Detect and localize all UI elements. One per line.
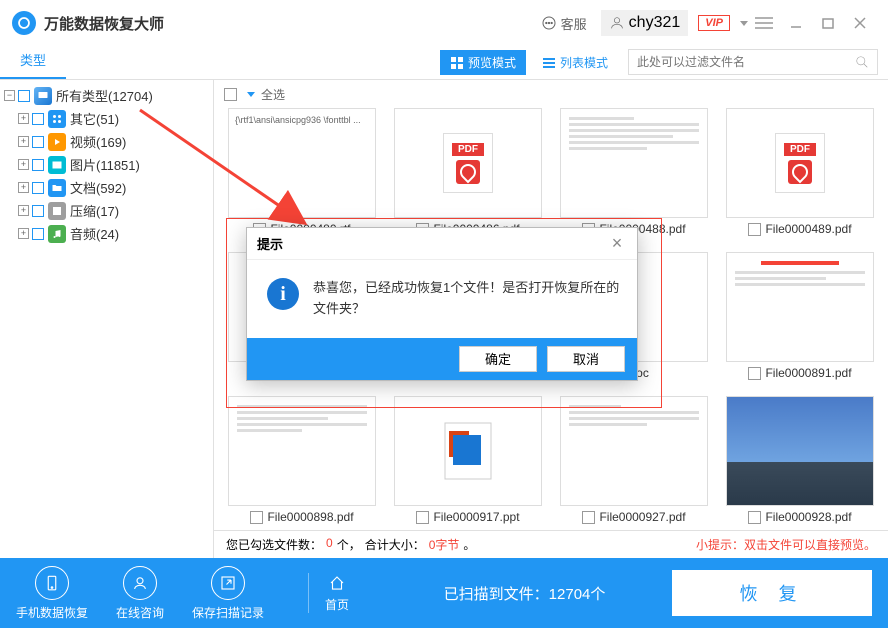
tree-item-other[interactable]: +其它(51) [0, 107, 213, 130]
file-checkbox[interactable] [748, 511, 761, 524]
list-mode-button[interactable]: 列表模式 [532, 50, 618, 75]
export-icon [219, 574, 237, 592]
file-item[interactable]: File0000891.pdf [722, 252, 878, 386]
file-checkbox[interactable] [582, 511, 595, 524]
image-icon [48, 156, 66, 174]
file-checkbox[interactable] [748, 223, 761, 236]
tab-type[interactable]: 类型 [0, 42, 66, 79]
user-icon [131, 574, 149, 592]
status-bar: 您已勾选文件数：0个，合计大小：0字节。 小提示：双击文件可以直接预览。 [214, 530, 888, 558]
tree-root-label: 所有类型(12704) [56, 86, 153, 105]
file-thumb: PDF [394, 108, 542, 218]
folder-icon [48, 179, 66, 197]
minimize-button[interactable] [780, 7, 812, 39]
tabbar: 类型 预览模式 列表模式 [0, 46, 888, 80]
preview-mode-button[interactable]: 预览模式 [440, 50, 526, 75]
dialog-close-button[interactable]: × [607, 234, 627, 254]
file-item[interactable]: File0000927.pdf [556, 396, 712, 530]
customer-service-button[interactable]: 客服 [533, 10, 595, 37]
scan-status: 已扫描到文件：12704个 [377, 583, 672, 604]
file-item[interactable]: {\rtf1\ansi\ansicpg936 \fonttbl ... File… [224, 108, 380, 242]
file-thumb [394, 396, 542, 506]
online-consult-button[interactable]: 在线咨询 [116, 566, 164, 621]
tree-collapse-icon[interactable]: − [4, 90, 15, 101]
phone-recovery-button[interactable]: 手机数据恢复 [16, 566, 88, 621]
chat-icon [541, 15, 557, 31]
tree-checkbox[interactable] [18, 90, 30, 102]
user-icon [609, 15, 625, 31]
file-item[interactable]: PDF File0000489.pdf [722, 108, 878, 242]
user-section[interactable]: chy321 [601, 10, 689, 36]
video-icon [48, 133, 66, 151]
tree-root[interactable]: − 所有类型(12704) [0, 84, 213, 107]
tree-item-video[interactable]: +视频(169) [0, 130, 213, 153]
monitor-icon [34, 87, 52, 105]
file-thumb [560, 108, 708, 218]
file-checkbox[interactable] [250, 511, 263, 524]
file-item[interactable]: PDF File0000486.pdf [390, 108, 546, 242]
file-thumb: {\rtf1\ansi\ansicpg936 \fonttbl ... [228, 108, 376, 218]
file-thumb [228, 396, 376, 506]
file-thumb [726, 252, 874, 362]
menu-button[interactable] [748, 7, 780, 39]
file-thumb: PDF [726, 108, 874, 218]
select-dropdown-icon[interactable] [247, 92, 255, 97]
music-icon [48, 225, 66, 243]
status-tip: 小提示：双击文件可以直接预览。 [696, 536, 876, 553]
dialog-message: 恭喜您，已经成功恢复1个文件！是否打开恢复所在的文件夹？ [313, 278, 621, 320]
maximize-button[interactable] [812, 7, 844, 39]
close-button[interactable] [844, 7, 876, 39]
file-thumb [560, 396, 708, 506]
tree-item-document[interactable]: +文档(592) [0, 176, 213, 199]
select-all-label: 全选 [261, 86, 285, 103]
titlebar: 万能数据恢复大师 客服 chy321 VIP [0, 0, 888, 46]
file-item[interactable]: File0000928.pdf [722, 396, 878, 530]
info-icon: i [267, 278, 299, 310]
other-icon [48, 110, 66, 128]
save-scan-button[interactable]: 保存扫描记录 [192, 566, 264, 621]
app-title: 万能数据恢复大师 [44, 13, 164, 34]
tree-item-audio[interactable]: +音频(24) [0, 222, 213, 245]
file-checkbox[interactable] [416, 511, 429, 524]
sidebar-tree: − 所有类型(12704) +其它(51) +视频(169) +图片(11851… [0, 80, 214, 558]
home-button[interactable]: 首页 [325, 574, 349, 613]
file-item[interactable]: File0000898.pdf [224, 396, 380, 530]
app-logo-icon [12, 11, 36, 35]
search-icon [855, 55, 869, 69]
select-all-checkbox[interactable] [224, 88, 237, 101]
search-input[interactable] [637, 55, 855, 69]
dropdown-icon[interactable] [740, 21, 748, 26]
phone-icon [43, 574, 61, 592]
dialog-title: 提示 [257, 234, 283, 253]
file-item[interactable]: File0000917.ppt [390, 396, 546, 530]
cancel-button[interactable]: 取消 [547, 346, 625, 372]
file-item[interactable]: File0000488.pdf [556, 108, 712, 242]
dialog: 提示 × i 恭喜您，已经成功恢复1个文件！是否打开恢复所在的文件夹？ 确定 取… [246, 227, 638, 381]
home-icon [328, 574, 346, 592]
username: chy321 [629, 14, 681, 32]
file-thumb [726, 396, 874, 506]
file-checkbox[interactable] [748, 367, 761, 380]
archive-icon [48, 202, 66, 220]
ok-button[interactable]: 确定 [459, 346, 537, 372]
search-box [628, 49, 878, 75]
tree-item-archive[interactable]: +压缩(17) [0, 199, 213, 222]
recover-button[interactable]: 恢 复 [672, 570, 872, 616]
list-icon [542, 56, 556, 70]
action-bar: 手机数据恢复 在线咨询 保存扫描记录 首页 已扫描到文件：12704个 恢 复 [0, 558, 888, 628]
grid-icon [450, 56, 464, 70]
vip-badge: VIP [698, 15, 730, 31]
tree-item-image[interactable]: +图片(11851) [0, 153, 213, 176]
